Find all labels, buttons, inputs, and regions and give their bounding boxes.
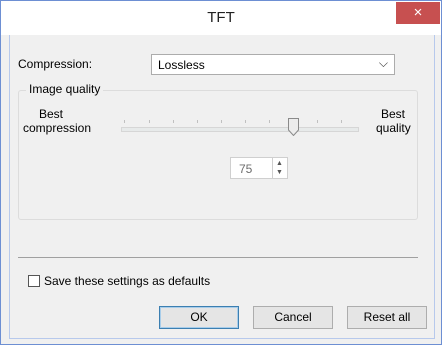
compression-value: Lossless [158, 58, 205, 72]
dialog-content: Compression: Lossless ⌵ Image quality Be… [9, 35, 435, 339]
quality-spinbox[interactable]: 75 ▲ ▼ [230, 157, 288, 179]
spin-down-icon[interactable]: ▼ [276, 169, 283, 176]
slider-tick [245, 120, 246, 123]
slider-tick [317, 120, 318, 123]
compression-dropdown[interactable]: Lossless ⌵ [151, 54, 395, 75]
title-bar[interactable]: TFT × [1, 1, 441, 35]
save-defaults-checkbox[interactable] [28, 275, 40, 287]
reset-all-button[interactable]: Reset all [347, 306, 427, 329]
chevron-down-icon[interactable]: ⌵ [379, 56, 388, 71]
cancel-button[interactable]: Cancel [253, 306, 333, 329]
best-compression-label-line1: Best [39, 107, 64, 121]
save-defaults-label[interactable]: Save these settings as defaults [44, 274, 210, 288]
slider-tick [341, 120, 342, 123]
slider-tick [124, 120, 125, 123]
image-quality-group [18, 90, 418, 220]
spin-up-icon[interactable]: ▲ [276, 160, 283, 167]
slider-tick [149, 120, 150, 123]
quality-slider-track[interactable] [121, 127, 359, 132]
quality-value[interactable]: 75 [239, 162, 252, 176]
slider-tick [269, 120, 270, 123]
best-compression-label-line2: compression [23, 121, 92, 135]
quality-slider-thumb[interactable] [288, 118, 299, 136]
best-quality-label-line2: quality [376, 121, 411, 135]
dialog-window: TFT × Compression: Lossless ⌵ Image qual… [0, 0, 442, 345]
best-quality-label-line1: Best [381, 107, 406, 121]
spin-arrows[interactable]: ▲ ▼ [272, 158, 287, 178]
slider-tick [197, 120, 198, 123]
slider-tick [221, 120, 222, 123]
slider-tick [173, 120, 174, 123]
close-button[interactable]: × [396, 2, 440, 24]
ok-button[interactable]: OK [159, 306, 239, 329]
compression-label: Compression: [18, 57, 93, 71]
image-quality-group-label: Image quality [26, 82, 104, 96]
separator-line [18, 257, 418, 258]
window-title: TFT [207, 9, 235, 26]
